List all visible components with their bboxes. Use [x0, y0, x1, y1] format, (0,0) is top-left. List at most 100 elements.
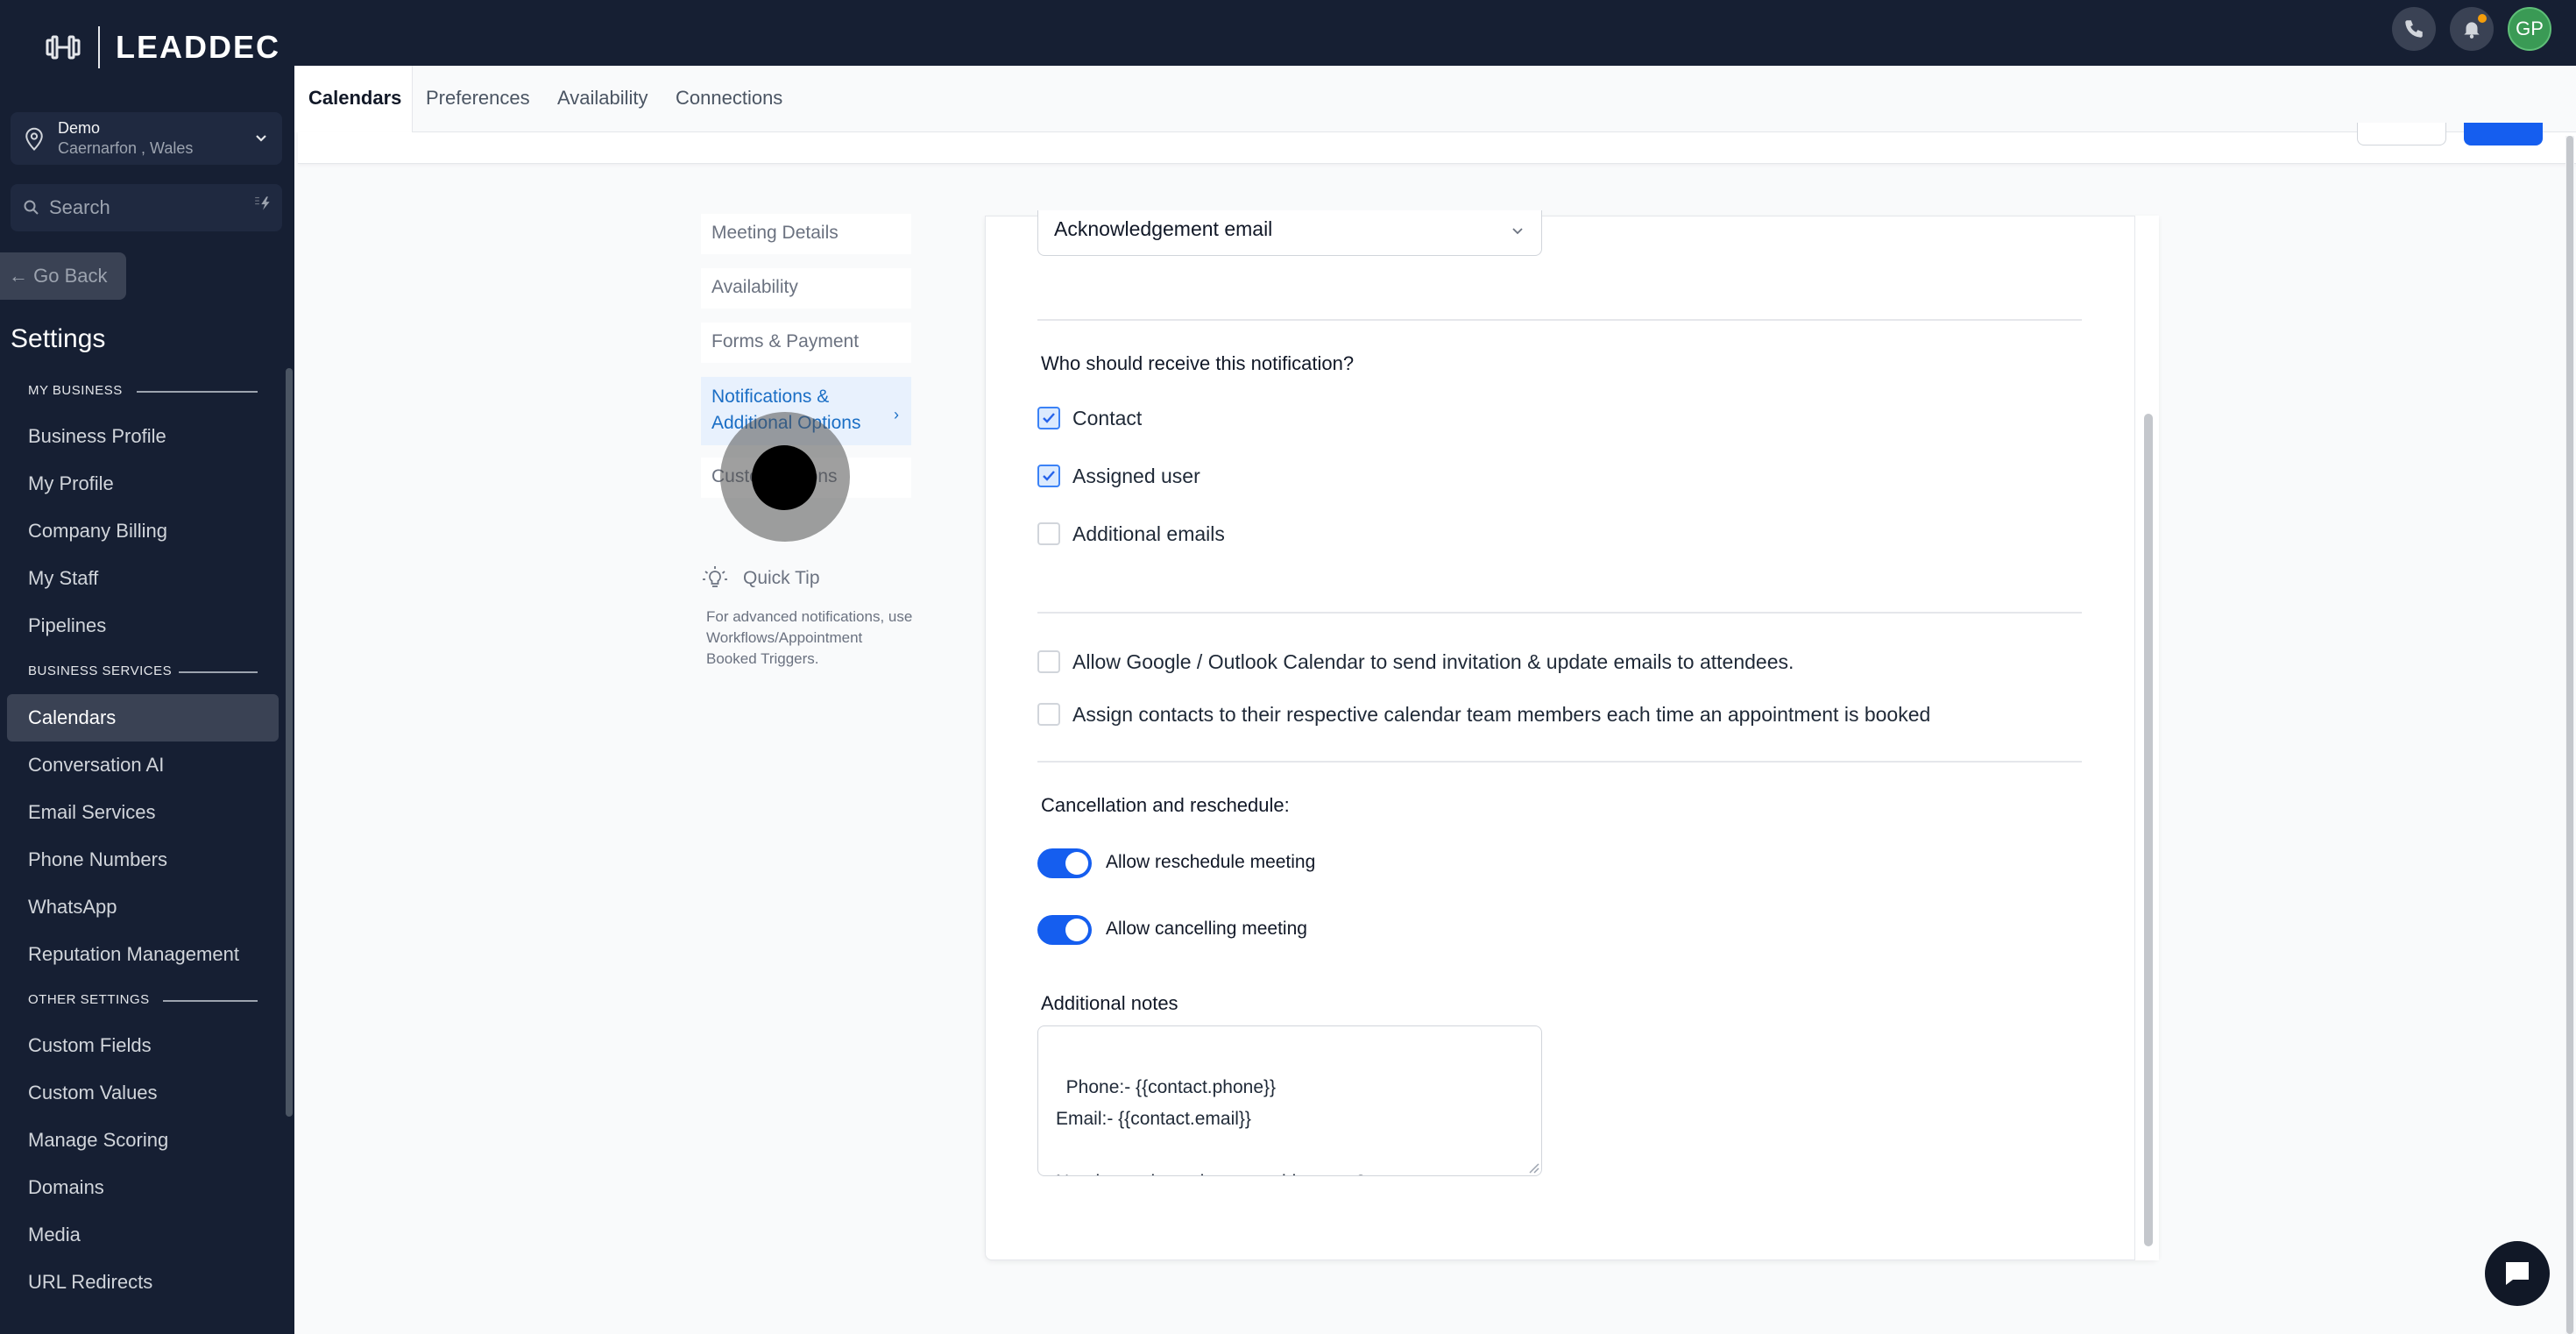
section-divider	[137, 391, 258, 393]
logo-divider	[98, 26, 100, 68]
lightning-icon[interactable]	[254, 195, 272, 212]
cancel-button[interactable]	[2357, 123, 2446, 145]
sidebar-item-calendars[interactable]: Calendars	[28, 706, 116, 729]
quick-tip-title: Quick Tip	[743, 568, 820, 588]
notification-dot	[2478, 14, 2487, 23]
sidebar-item-email-services[interactable]: Email Services	[28, 801, 155, 824]
step-availability[interactable]: Availability	[701, 268, 911, 309]
location-switcher[interactable]: Demo Caernarfon , Wales	[11, 112, 282, 165]
lightbulb-icon	[703, 566, 727, 587]
chevron-down-icon	[1512, 228, 1523, 235]
page-scrollbar-thumb[interactable]	[2566, 136, 2573, 1334]
section-my-business: MY BUSINESS	[28, 383, 123, 398]
quick-tip-text: For advanced notifications, use Workflow…	[706, 608, 913, 667]
chat-widget-button[interactable]	[2485, 1241, 2550, 1306]
phone-button[interactable]	[2392, 7, 2436, 51]
sidebar-item-whatsapp[interactable]: WhatsApp	[28, 896, 117, 919]
top-bar: GP	[294, 0, 2576, 66]
section-divider	[163, 1000, 258, 1002]
sidebar-item-phone-numbers[interactable]: Phone Numbers	[28, 848, 167, 871]
additional-notes-textarea[interactable]: Phone:- {{contact.phone}} Email:- {{cont…	[1037, 1025, 1542, 1176]
page-header	[298, 132, 2576, 164]
card-scrollbar-thumb[interactable]	[2144, 414, 2153, 1246]
section-business-services: BUSINESS SERVICES	[28, 663, 173, 678]
avatar[interactable]: GP	[2508, 7, 2551, 51]
sidebar-item-conversation-ai[interactable]: Conversation AI	[28, 754, 164, 777]
assigned-user-checkbox-label[interactable]: Assigned user	[1072, 465, 1200, 488]
tabs-bar: Calendars Preferences Availability Conne…	[294, 66, 2576, 132]
dumbbell-icon	[46, 35, 81, 60]
search-icon	[24, 200, 39, 215]
search-placeholder: Search	[49, 196, 110, 218]
app-logo[interactable]: LEADDEC	[44, 26, 280, 68]
recipients-label: Who should receive this notification?	[1041, 352, 1355, 374]
contact-checkbox-label[interactable]: Contact	[1072, 407, 1142, 430]
contact-checkbox[interactable]	[1037, 407, 1060, 429]
divider	[1037, 612, 2082, 614]
tab-availability[interactable]: Availability	[557, 87, 648, 110]
divider	[1037, 319, 2082, 321]
settings-title: Settings	[11, 324, 106, 353]
reschedule-toggle-label: Allow reschedule meeting	[1106, 852, 1316, 872]
cancel-toggle-label: Allow cancelling meeting	[1106, 919, 1307, 939]
sidebar-item-media[interactable]: Media	[28, 1224, 81, 1246]
sidebar: LEADDEC Demo Caernarfon , Wales Search ←…	[0, 0, 294, 1334]
email-template-select[interactable]: Acknowledgement email	[1037, 210, 1542, 256]
step-meeting-details[interactable]: Meeting Details	[701, 214, 911, 254]
calendar-invite-checkbox[interactable]	[1037, 650, 1060, 673]
chat-bubble-icon	[2506, 1262, 2529, 1285]
additional-notes-label: Additional notes	[1041, 992, 1178, 1014]
step-forms-payment[interactable]: Forms & Payment	[701, 323, 911, 363]
map-pin-icon	[25, 127, 43, 151]
reschedule-toggle[interactable]	[1037, 848, 1092, 878]
sidebar-item-domains[interactable]: Domains	[28, 1176, 104, 1199]
additional-emails-checkbox-label[interactable]: Additional emails	[1072, 522, 1225, 546]
go-back-label: Go Back	[33, 265, 108, 287]
toggle-knob	[1065, 852, 1088, 875]
sidebar-scrollbar[interactable]	[286, 368, 293, 1117]
page-scrollbar[interactable]	[2565, 136, 2574, 1334]
resize-handle-icon[interactable]	[1527, 1161, 1539, 1174]
tab-calendars[interactable]: Calendars	[308, 87, 401, 110]
chevron-right-icon: ›	[894, 406, 899, 423]
sidebar-item-reputation-management[interactable]: Reputation Management	[28, 943, 239, 966]
sidebar-item-custom-fields[interactable]: Custom Fields	[28, 1034, 152, 1057]
check-icon	[1043, 413, 1055, 423]
tab-connections[interactable]: Connections	[676, 87, 782, 110]
location-address: Caernarfon , Wales	[58, 139, 194, 157]
additional-emails-checkbox[interactable]	[1037, 522, 1060, 545]
save-button[interactable]	[2464, 123, 2543, 145]
logo-text: LEADDEC	[116, 29, 281, 65]
assigned-user-checkbox[interactable]	[1037, 465, 1060, 487]
chevron-down-icon	[256, 135, 266, 142]
arrow-left-icon: ←	[9, 265, 28, 287]
assign-contacts-checkbox-label[interactable]: Assign contacts to their respective cale…	[1072, 703, 1930, 727]
sidebar-item-my-staff[interactable]: My Staff	[28, 567, 98, 590]
divider	[1037, 761, 2082, 763]
card-scrollbar[interactable]	[2134, 216, 2159, 1260]
sidebar-item-company-billing[interactable]: Company Billing	[28, 520, 167, 543]
cancellation-label: Cancellation and reschedule:	[1041, 794, 1290, 816]
additional-notes-text: Phone:- {{contact.phone}} Email:- {{cont…	[1056, 1077, 1366, 1175]
sidebar-item-business-profile[interactable]: Business Profile	[28, 425, 166, 448]
section-divider	[179, 671, 258, 673]
sidebar-item-my-profile[interactable]: My Profile	[28, 472, 114, 495]
toggle-knob	[1065, 919, 1088, 941]
sidebar-item-custom-values[interactable]: Custom Values	[28, 1082, 158, 1104]
tab-preferences[interactable]: Preferences	[426, 87, 530, 110]
email-template-value: Acknowledgement email	[1054, 217, 1273, 240]
assign-contacts-checkbox[interactable]	[1037, 703, 1060, 726]
calendar-invite-checkbox-label[interactable]: Allow Google / Outlook Calendar to send …	[1072, 650, 1794, 674]
notifications-button[interactable]	[2450, 7, 2494, 51]
sidebar-item-pipelines[interactable]: Pipelines	[28, 614, 106, 637]
location-name: Demo	[58, 119, 101, 137]
sidebar-item-manage-scoring[interactable]: Manage Scoring	[28, 1129, 168, 1152]
phone-icon	[2405, 20, 2423, 38]
cancel-toggle[interactable]	[1037, 915, 1092, 945]
search-input[interactable]: Search	[11, 184, 282, 231]
click-indicator-dot	[752, 445, 817, 510]
go-back-button[interactable]: ← Go Back	[0, 252, 126, 300]
sidebar-item-url-redirects[interactable]: URL Redirects	[28, 1271, 152, 1294]
step-notifications-line1: Notifications &	[711, 387, 830, 407]
section-other-settings: OTHER SETTINGS	[28, 992, 150, 1007]
